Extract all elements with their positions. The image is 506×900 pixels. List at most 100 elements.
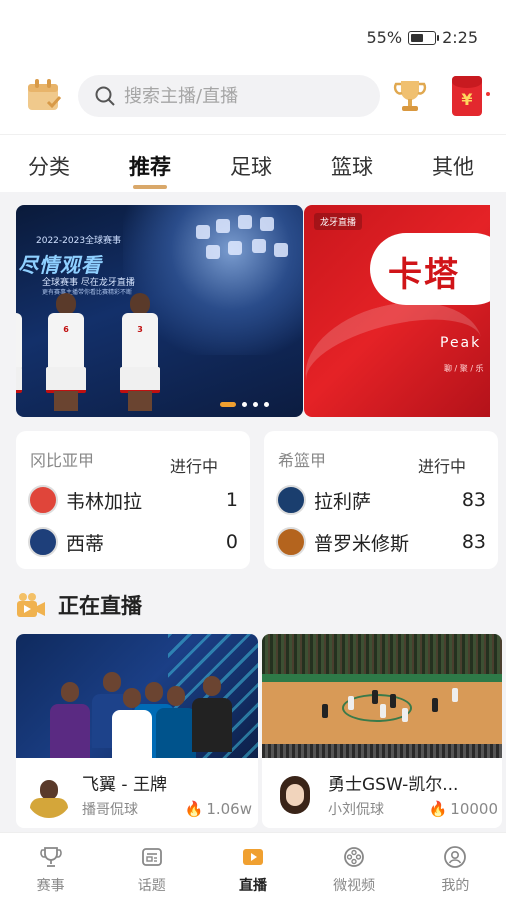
nav-label: 微视频 <box>333 878 376 894</box>
banner-next[interactable]: 龙牙直播 卡塔 Peak 聊 / 聚 / 乐 <box>304 205 490 417</box>
match-card[interactable]: 冈比亚甲 进行中 韦林加拉 1 西蒂 0 <box>16 431 250 569</box>
team-row: 普罗米修斯 83 <box>276 527 486 557</box>
team-row: 拉利萨 83 <box>276 485 486 515</box>
team-name: 拉利萨 <box>314 490 372 513</box>
trophy-icon <box>11 845 91 869</box>
nav-item-0[interactable]: 赛事 <box>11 833 91 900</box>
banner-pagination <box>220 402 269 407</box>
notification-dot <box>486 92 490 96</box>
team-name: 西蒂 <box>66 532 105 555</box>
nav-label: 话题 <box>137 878 166 894</box>
film-reel-icon <box>314 845 394 869</box>
live-section-header: 正在直播 <box>16 590 142 620</box>
team-logo-icon <box>276 527 306 557</box>
stadium-light <box>206 245 220 259</box>
stadium-light <box>260 217 274 231</box>
crowd-front <box>262 744 502 758</box>
player-figure: 3 <box>118 293 162 411</box>
player-figure: 6 <box>44 293 88 411</box>
anchor-name: 播哥侃球 <box>82 802 138 818</box>
tab-1[interactable]: 推荐 <box>129 135 171 192</box>
league-name: 希篮甲 <box>278 451 327 470</box>
trophy-icon[interactable] <box>392 78 428 114</box>
avatar <box>272 772 318 818</box>
anchor-info: 勇士GSW-凯尔... 小刘侃球 🔥 10000 <box>272 770 498 819</box>
clock: 2:25 <box>442 28 478 47</box>
live-room-card[interactable]: 飞翼 - 王牌 播哥侃球 🔥 1.06w <box>16 634 258 828</box>
tab-2[interactable]: 足球 <box>230 135 272 192</box>
match-status: 进行中 <box>417 457 466 476</box>
tab-4[interactable]: 其他 <box>432 135 474 192</box>
banner-sub2: 聊 / 聚 / 乐 <box>444 364 484 373</box>
live-room-title: 飞翼 - 王牌 <box>82 775 167 795</box>
search-input[interactable] <box>124 85 344 107</box>
nav-label: 直播 <box>238 878 267 894</box>
league-name: 冈比亚甲 <box>30 451 95 470</box>
red-packet-symbol: ¥ <box>461 90 473 109</box>
banner-dot[interactable] <box>242 402 247 407</box>
basketball-court <box>262 674 502 746</box>
jersey-number: 3 <box>137 325 143 334</box>
nav-item-2[interactable]: 直播 <box>213 833 293 900</box>
play-tv-icon <box>213 845 293 869</box>
banner-dot[interactable] <box>264 402 269 407</box>
banner-headline: 卡塔 <box>388 255 460 295</box>
flame-icon: 🔥 <box>184 800 204 818</box>
heat-count: 🔥 10000 <box>429 800 498 818</box>
heat-value: 1.06w <box>206 800 252 818</box>
team-row: 韦林加拉 1 <box>28 485 238 515</box>
banner-small-caption: 2022-2023全球赛事 <box>36 236 122 246</box>
search-bar[interactable] <box>78 75 380 117</box>
anchor-name: 小刘侃球 <box>328 802 384 818</box>
bottom-nav: 赛事 话题 直播 微视频 我的 <box>0 832 506 900</box>
team-score: 83 <box>461 531 486 553</box>
team-logo-icon <box>28 485 58 515</box>
tab-3[interactable]: 篮球 <box>331 135 373 192</box>
banner-sub: Peak <box>440 335 482 351</box>
nav-label: 我的 <box>441 878 470 894</box>
banner-dot[interactable] <box>253 402 258 407</box>
team-name: 韦林加拉 <box>66 490 143 513</box>
banner-main[interactable]: 2022-2023全球赛事 尽情观看 全球赛事 尽在龙牙直播 更有赛事主播带你看… <box>16 205 303 417</box>
nav-item-3[interactable]: 微视频 <box>314 833 394 900</box>
match-card[interactable]: 希篮甲 进行中 拉利萨 83 普罗米修斯 83 <box>264 431 498 569</box>
banner-dot[interactable] <box>220 402 236 407</box>
tab-0[interactable]: 分类 <box>28 135 70 192</box>
stadium-light <box>252 239 266 253</box>
stadium-light <box>238 215 252 229</box>
player-figure-partial <box>16 293 28 411</box>
nav-label: 赛事 <box>36 878 65 894</box>
heat-value: 10000 <box>450 800 498 818</box>
heat-count: 🔥 1.06w <box>185 800 252 818</box>
team-score: 83 <box>461 489 486 511</box>
team-name: 普罗米修斯 <box>314 532 410 555</box>
match-status: 进行中 <box>169 457 218 476</box>
battery-percent: 55% <box>366 28 403 47</box>
team-logo-icon <box>28 527 58 557</box>
top-header: ¥ <box>0 72 506 134</box>
live-section-title: 正在直播 <box>58 594 142 618</box>
battery-icon <box>408 30 440 45</box>
team-logo-icon <box>276 485 306 515</box>
calendar-check-icon[interactable] <box>26 78 62 112</box>
team-score: 0 <box>225 531 238 553</box>
stadium-light <box>196 225 210 239</box>
banner-big-caption: 尽情观看 <box>18 253 102 277</box>
avatar <box>26 772 72 818</box>
red-packet-icon[interactable]: ¥ <box>452 76 482 116</box>
video-camera-icon <box>17 593 45 617</box>
stadium-light <box>274 243 288 257</box>
flame-icon: 🔥 <box>428 800 448 818</box>
nav-item-1[interactable]: 话题 <box>112 833 192 900</box>
banner-brand: 龙牙直播 <box>314 213 363 230</box>
crowd <box>262 634 502 676</box>
stadium-light <box>216 219 230 233</box>
team-row: 西蒂 0 <box>28 527 238 557</box>
live-room-title: 勇士GSW-凯尔... <box>328 775 459 795</box>
team-score: 1 <box>225 489 238 511</box>
live-room-card[interactable]: 勇士GSW-凯尔... 小刘侃球 🔥 10000 <box>262 634 502 828</box>
battery-fill <box>411 33 424 42</box>
live-thumbnail <box>262 634 502 758</box>
nav-item-4[interactable]: 我的 <box>415 833 495 900</box>
live-thumbnail <box>16 634 258 758</box>
